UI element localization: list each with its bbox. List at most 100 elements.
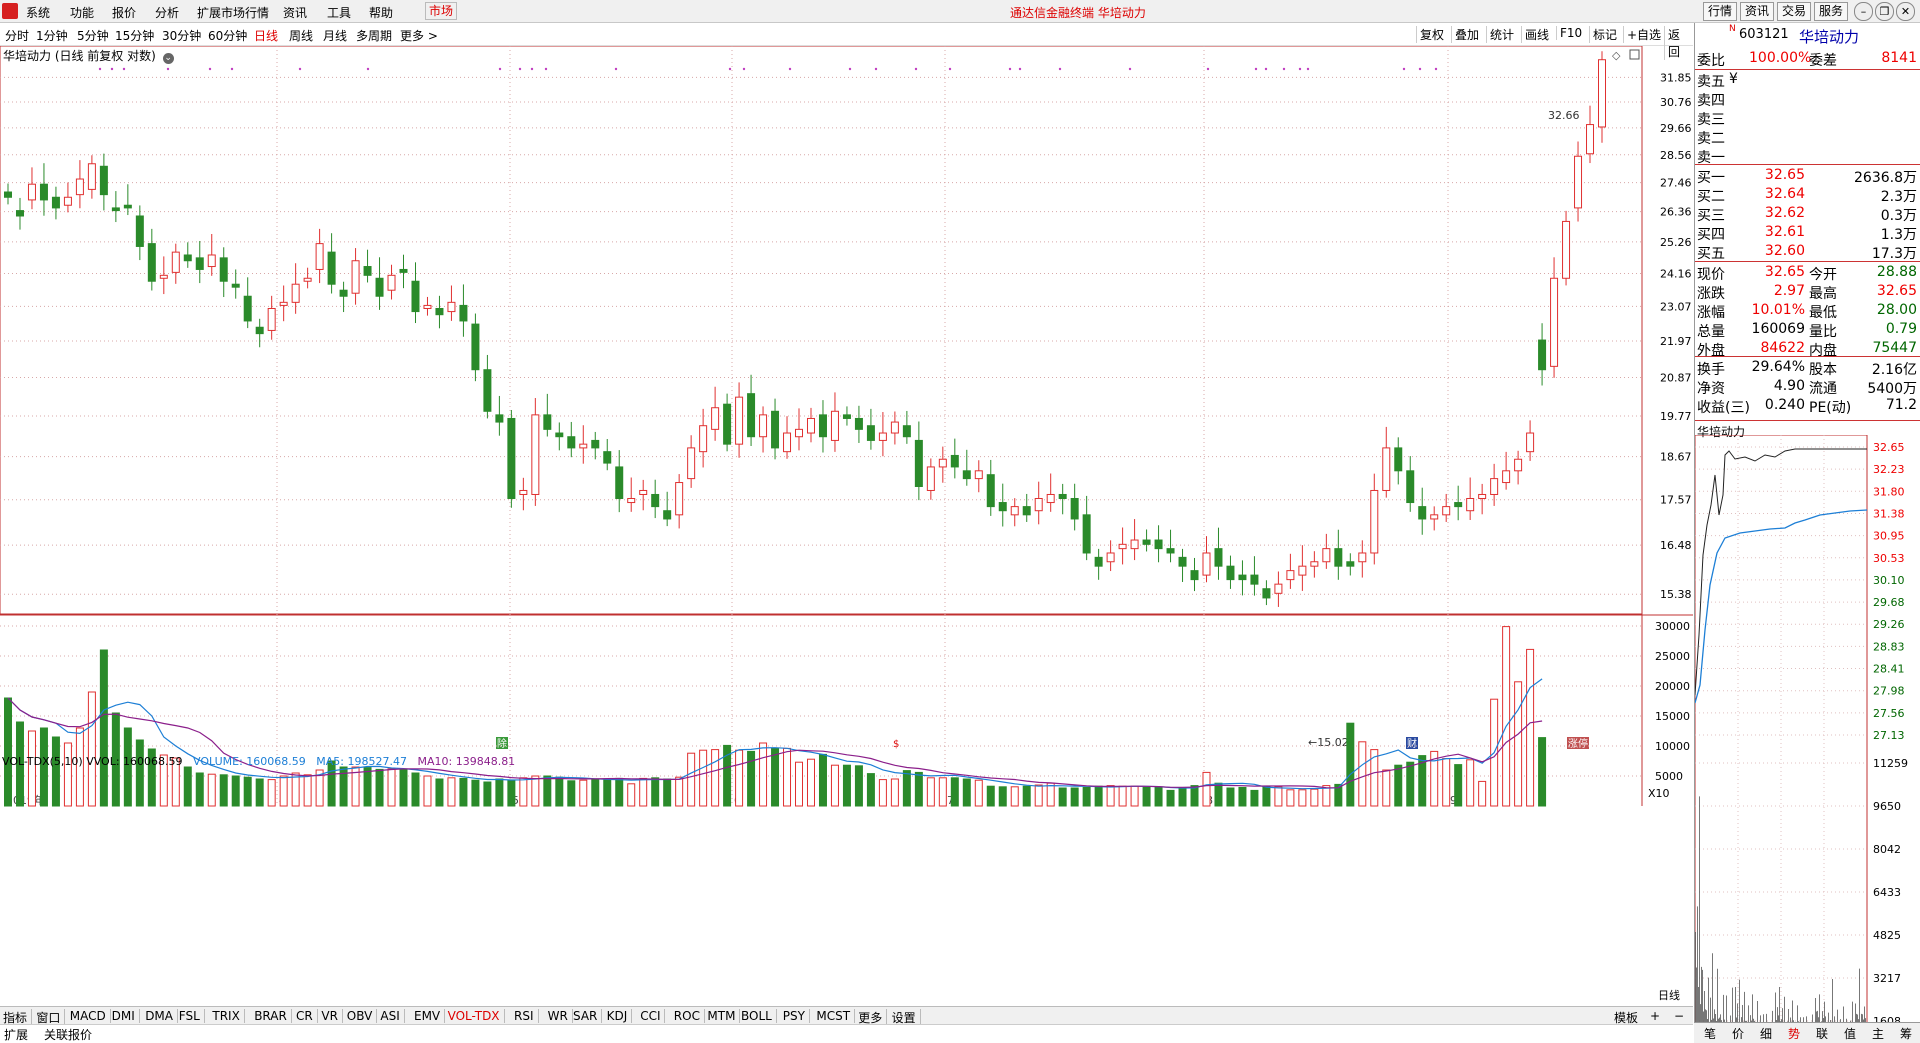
period-15min[interactable]: 15分钟 xyxy=(115,27,154,44)
event-marker[interactable]: $ xyxy=(892,737,904,750)
volume-bar xyxy=(1310,788,1319,807)
indicator-tab-7[interactable]: BRAR xyxy=(254,1009,292,1023)
event-marker[interactable]: 除 xyxy=(496,737,508,750)
period-daily[interactable]: 日线 xyxy=(254,27,278,44)
zoom-out-icon[interactable]: − xyxy=(1674,1009,1684,1023)
event-marker[interactable]: 涨停 xyxy=(1567,737,1589,750)
panel-tab-7[interactable]: 筹 xyxy=(1900,1025,1912,1042)
panel-tab-4[interactable]: 联 xyxy=(1816,1025,1828,1042)
indicator-tab-13[interactable]: VOL-TDX xyxy=(448,1009,505,1023)
indicator-tab-9[interactable]: VR xyxy=(321,1009,343,1023)
period-1min[interactable]: 1分钟 xyxy=(36,27,68,44)
volume-bar xyxy=(771,747,780,807)
top-button-quote[interactable]: 行情 xyxy=(1703,2,1738,21)
indicator-tab-16[interactable]: SAR xyxy=(573,1009,603,1023)
indicator-tab-20[interactable]: MTM xyxy=(707,1009,741,1023)
panel-tab-5[interactable]: 值 xyxy=(1844,1025,1856,1042)
volume-axis-label: 5000 xyxy=(1655,770,1683,783)
candle-body xyxy=(783,432,792,453)
indicator-tab-3[interactable]: DMI xyxy=(112,1009,140,1023)
period-weekly[interactable]: 周线 xyxy=(289,27,313,44)
indicator-tab-22[interactable]: PSY xyxy=(783,1009,810,1023)
panel-tab-2[interactable]: 细 xyxy=(1760,1025,1772,1042)
indicator-tab-2[interactable]: MACD xyxy=(70,1009,111,1023)
indicator-tab-19[interactable]: ROC xyxy=(674,1009,705,1023)
intraday-mini-chart[interactable]: 32.65 32.23 31.80 31.38 30.95 30.53 30.10 29.68… xyxy=(1695,435,1920,1035)
indicator-tab-14[interactable]: RSI xyxy=(514,1009,539,1023)
indicator-tab-6[interactable]: TRIX xyxy=(212,1009,245,1023)
indicator-tab-12[interactable]: EMV xyxy=(414,1009,446,1023)
chart-diamond-icon[interactable]: ◇ xyxy=(1612,49,1621,62)
volume-bar xyxy=(818,753,827,807)
tool-add-favorite[interactable]: +自选 xyxy=(1623,26,1664,43)
indicator-tab-15[interactable]: WR xyxy=(548,1009,573,1023)
tool-stats[interactable]: 统计 xyxy=(1486,26,1517,43)
tool-draw[interactable]: 画线 xyxy=(1521,26,1552,43)
period-60min[interactable]: 60分钟 xyxy=(208,27,247,44)
candle-body xyxy=(1538,339,1547,371)
menu-analysis[interactable]: 分析 xyxy=(155,4,179,21)
indicator-tab-21[interactable]: BOLL xyxy=(741,1009,777,1023)
period-multi[interactable]: 多周期 xyxy=(356,27,392,44)
menu-help[interactable]: 帮助 xyxy=(369,4,393,21)
event-dot xyxy=(874,67,878,71)
sell-row-1: 卖四 xyxy=(1695,90,1920,109)
tool-fuquan[interactable]: 复权 xyxy=(1416,26,1447,43)
candle-body xyxy=(171,251,180,273)
period-more[interactable]: 更多 > xyxy=(400,27,438,44)
panel-tab-6[interactable]: 主 xyxy=(1872,1025,1884,1042)
top-button-news[interactable]: 资讯 xyxy=(1740,2,1775,21)
period-toolbar: 分时 1分钟 5分钟 15分钟 30分钟 60分钟 日线 周线 月线 多周期 更… xyxy=(0,23,1693,60)
period-monthly[interactable]: 月线 xyxy=(323,27,347,44)
tool-mark[interactable]: 标记 xyxy=(1589,26,1620,43)
sell-row-2: 卖三 xyxy=(1695,109,1920,128)
ext-tab-related-quotes[interactable]: 关联报价 xyxy=(44,1026,92,1043)
tool-f10[interactable]: F10 xyxy=(1556,26,1585,40)
menu-news[interactable]: 资讯 xyxy=(283,4,307,21)
indicator-tab-10[interactable]: OBV xyxy=(347,1009,378,1023)
event-dot xyxy=(1008,67,1012,71)
indicator-tab-5[interactable]: FSL xyxy=(179,1009,205,1023)
indicator-tab-23[interactable]: MCST xyxy=(816,1009,856,1023)
restore-icon[interactable]: ❐ xyxy=(1875,2,1894,21)
panel-tab-3[interactable]: 势 xyxy=(1788,1025,1800,1042)
menu-function[interactable]: 功能 xyxy=(70,4,94,21)
ext-tab-expand[interactable]: 扩展 xyxy=(4,1026,28,1043)
volume-bar xyxy=(651,777,660,807)
close-icon[interactable]: ✕ xyxy=(1896,2,1915,21)
candle-body xyxy=(986,474,995,508)
event-marker[interactable]: 财 xyxy=(1406,737,1418,750)
tool-overlay[interactable]: 叠加 xyxy=(1451,26,1482,43)
menu-system[interactable]: 系统 xyxy=(26,4,50,21)
mini-price-label: 31.80 xyxy=(1873,485,1905,498)
panel-tab-0[interactable]: 笔 xyxy=(1704,1025,1716,1042)
price-axis-label: 31.85 xyxy=(1660,71,1692,84)
indicator-tab-17[interactable]: KDJ xyxy=(607,1009,633,1023)
chart-square-icon[interactable] xyxy=(1629,49,1640,60)
zoom-in-icon[interactable]: + xyxy=(1650,1009,1660,1023)
indicator-tab-11[interactable]: ASI xyxy=(380,1009,405,1023)
indicator-tab-4[interactable]: DMA xyxy=(145,1009,178,1023)
minimize-icon[interactable]: – xyxy=(1854,2,1873,21)
indicator-tab-18[interactable]: CCI xyxy=(640,1009,666,1023)
chart-settings-icon[interactable]: ⌄ xyxy=(162,53,174,64)
period-fenshi[interactable]: 分时 xyxy=(5,27,29,44)
svg-text:财: 财 xyxy=(1407,737,1417,750)
sell-level-label: 卖五 xyxy=(1697,74,1725,90)
top-button-service[interactable]: 服务 xyxy=(1814,2,1849,21)
menu-market[interactable]: 市场 xyxy=(425,2,458,20)
menu-quote[interactable]: 报价 xyxy=(112,4,136,21)
menu-tools[interactable]: 工具 xyxy=(327,4,351,21)
volume-bar xyxy=(435,778,444,807)
indicator-tab-8[interactable]: CR xyxy=(296,1009,318,1023)
volume-bar xyxy=(1142,786,1151,807)
top-button-trade[interactable]: 交易 xyxy=(1777,2,1812,21)
kline-chart[interactable]: 31.85 30.76 29.66 28.56 27.46 26.36 25.26 24.16… xyxy=(0,46,1693,1006)
candle-body xyxy=(579,443,588,449)
event-dot xyxy=(366,67,370,71)
mini-volume-label: 11259 xyxy=(1873,757,1908,770)
period-30min[interactable]: 30分钟 xyxy=(162,27,201,44)
menu-extended-market[interactable]: 扩展市场行情 xyxy=(197,4,269,21)
panel-tab-1[interactable]: 价 xyxy=(1732,1025,1744,1042)
period-5min[interactable]: 5分钟 xyxy=(77,27,109,44)
